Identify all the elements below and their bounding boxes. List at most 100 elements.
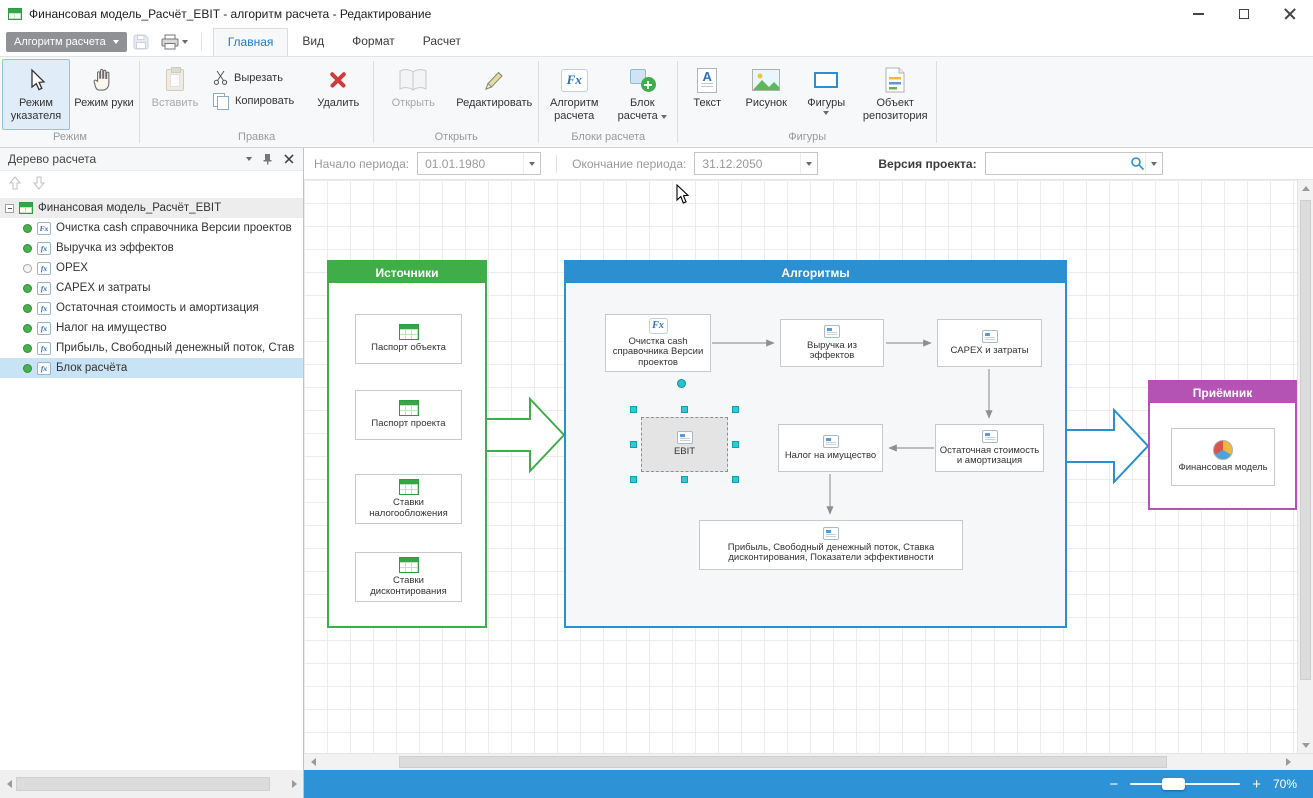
print-icon [161,34,179,50]
period-end-combobox[interactable]: 31.12.2050 [694,152,818,175]
tab-raschet[interactable]: Расчет [409,28,475,56]
selection-handle[interactable] [630,441,637,448]
selection-handle[interactable] [630,476,637,483]
paste-button[interactable]: Вставить [141,59,209,130]
selection-handle[interactable] [732,406,739,413]
block-residual-value[interactable]: Остаточная стоимость и амортизация [935,424,1044,472]
open-button[interactable]: Открыть [375,59,451,130]
tree-item[interactable]: fx Налог на имущество [0,318,303,338]
pin-icon[interactable] [262,153,273,165]
algorithm-dropdown-button[interactable]: Алгоритм расчета [6,32,127,52]
scroll-up-arrow[interactable] [1299,181,1313,195]
clipboard-icon [166,65,184,95]
text-button[interactable]: A Текст [679,59,735,130]
scroll-right-arrow[interactable] [287,777,301,791]
block-passport-object[interactable]: Паспорт объекта [355,314,462,364]
container-sources-header[interactable]: Источники [329,262,485,283]
repository-object-button[interactable]: Объект репозитория [855,59,935,130]
tree-item-label: Блок расчёта [56,362,127,374]
block-tax-rates[interactable]: Ставки налогообложения [355,474,462,524]
scroll-left-arrow[interactable] [2,777,16,791]
tree-item[interactable]: fx Прибыль, Свободный денежный поток, Ст… [0,338,303,358]
block-capex[interactable]: CAPEX и затраты [937,319,1042,367]
cut-button[interactable]: Вырезать [209,68,304,87]
print-button[interactable] [155,30,194,54]
panel-close-icon[interactable] [284,154,294,164]
algorithm-icon [823,435,839,448]
calc-algorithm-button[interactable]: Fx Алгоритм расчета [540,59,608,130]
minimize-button[interactable] [1175,0,1221,28]
selection-handle[interactable] [681,406,688,413]
scroll-left-arrow[interactable] [306,755,320,769]
block-profit-fcf[interactable]: Прибыль, Свободный денежный поток, Ставк… [699,520,963,570]
fx-icon: Fx [561,65,588,95]
calc-block-button[interactable]: Блок расчета [608,59,676,130]
block-financial-model[interactable]: Финансовая модель [1171,428,1275,486]
pointer-mode-button[interactable]: Режим указателя [2,59,70,130]
selection-handle[interactable] [732,476,739,483]
close-button[interactable] [1267,0,1313,28]
connection-point[interactable] [677,379,686,388]
zoom-in-button[interactable]: + [1252,777,1261,792]
tree-scroll-thumb[interactable] [16,777,270,791]
chevron-down-icon [113,40,119,44]
hand-mode-button[interactable]: Режим руки [70,59,138,130]
delete-button[interactable]: Удалить [304,59,372,130]
selection-handle[interactable] [630,406,637,413]
horizontal-scroll-thumb[interactable] [399,756,1167,768]
container-sources[interactable]: Источники Паспорт объекта Паспорт проект… [327,260,487,628]
tab-vid[interactable]: Вид [288,28,338,56]
picture-button[interactable]: Рисунок [735,59,797,130]
block-discount-rates[interactable]: Ставки дисконтирования [355,552,462,602]
selection-handle[interactable] [732,441,739,448]
chevron-down-icon[interactable] [523,153,540,174]
tree-horizontal-scrollbar[interactable] [0,770,304,798]
copy-button[interactable]: Копировать [209,91,304,111]
chevron-down-icon[interactable] [1145,153,1162,174]
move-up-icon[interactable] [9,176,21,190]
algorithm-icon: fx [37,302,51,315]
horizontal-scrollbar[interactable] [304,753,1313,770]
project-version-search[interactable] [985,152,1163,175]
zoom-slider[interactable] [1130,783,1240,785]
container-receiver-header[interactable]: Приёмник [1150,382,1295,403]
tree-item[interactable]: Fx Очистка cash справочника Версии проек… [0,218,303,238]
block-revenue-effects[interactable]: Выручка из эффектов [780,319,884,367]
menu-row: Алгоритм расчета Главная Вид Формат Расч… [0,28,1313,56]
move-down-icon[interactable] [33,176,45,190]
search-icon[interactable] [1130,156,1145,171]
maximize-button[interactable] [1221,0,1267,28]
block-passport-project[interactable]: Паспорт проекта [355,390,462,440]
scroll-down-arrow[interactable] [1299,738,1313,752]
chevron-down-icon[interactable] [800,153,817,174]
block-property-tax[interactable]: Налог на имущество [778,424,883,472]
panel-menu-chevron-icon[interactable] [246,157,252,161]
block-clear-cash[interactable]: Fx Очистка cash справочника Версии проек… [605,314,711,372]
edit-button[interactable]: Редактировать [451,59,537,130]
vertical-scroll-thumb[interactable] [1300,200,1311,680]
tree-item[interactable]: fx OPEX [0,258,303,278]
scroll-right-arrow[interactable] [1281,755,1295,769]
container-algorithms[interactable]: Алгоритмы Fx [564,260,1067,628]
save-button[interactable] [127,30,155,54]
shapes-button[interactable]: Фигуры [797,59,855,130]
zoom-out-button[interactable]: − [1109,777,1118,792]
tab-format[interactable]: Формат [338,28,409,56]
tree-item[interactable]: fx CAPEX и затраты [0,278,303,298]
period-start-combobox[interactable]: 01.01.1980 [417,152,541,175]
diagram-canvas[interactable]: Источники Паспорт объекта Паспорт проект… [304,180,1297,753]
container-receiver[interactable]: Приёмник Финансовая модель [1148,380,1297,510]
tree-item[interactable]: fx Выручка из эффектов [0,238,303,258]
vertical-scrollbar[interactable] [1297,180,1313,753]
block-ebit-selected[interactable]: EBIT [641,417,728,472]
tree-item[interactable]: fx Остаточная стоимость и амортизация [0,298,303,318]
tree-item-selected[interactable]: fx Блок расчёта [0,358,303,378]
container-algorithms-header[interactable]: Алгоритмы [566,262,1065,283]
zoom-slider-thumb[interactable] [1162,778,1185,790]
tab-glavnaya[interactable]: Главная [213,28,289,56]
selection-handle[interactable] [681,476,688,483]
tree-root-item[interactable]: Финансовая модель_Расчёт_EBIT [0,198,303,218]
pointer-mode-label: Режим указателя [3,97,69,123]
collapse-icon[interactable] [5,204,14,213]
project-version-input[interactable] [986,153,1130,174]
